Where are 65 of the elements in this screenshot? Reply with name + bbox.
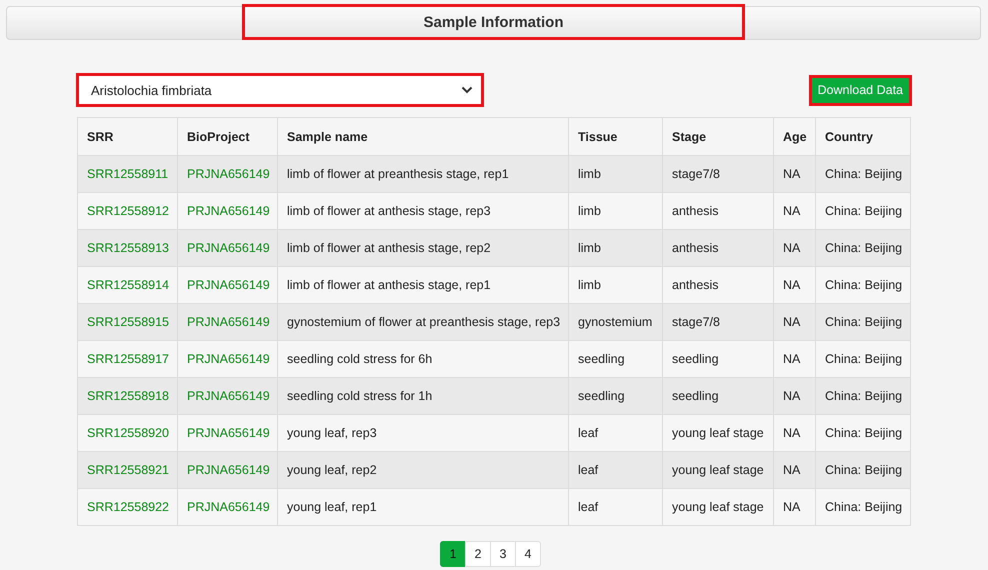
page-button[interactable]: 2 [465,541,491,567]
table-cell: NA [774,378,816,414]
column-header: Sample name [278,118,568,156]
species-select[interactable]: Aristolochia fimbriata [76,73,484,107]
table-cell: limb of flower at anthesis stage, rep2 [278,230,568,266]
column-header: BioProject [178,118,278,156]
table-cell: NA [774,304,816,340]
chevron-down-icon [461,86,473,94]
table-cell: China: Beijing [816,230,910,266]
table-cell: gynostemium of flower at preanthesis stage, rep3 [278,304,568,340]
table-cell: NA [774,156,816,192]
table-cell: seedling [568,378,662,414]
column-header: Country [816,118,910,156]
table-cell: leaf [568,488,662,526]
table-cell: seedling [662,340,774,378]
table-cell: limb [568,230,662,266]
table-cell: China: Beijing [816,156,910,192]
page-button[interactable]: 4 [515,541,541,567]
page-title: Sample Information [242,4,745,40]
table-cell: seedling cold stress for 1h [278,378,568,414]
table-cell: NA [774,266,816,304]
table-cell: NA [774,192,816,230]
table-cell: limb [568,266,662,304]
table-cell: seedling [568,340,662,378]
page-button[interactable]: 3 [490,541,516,567]
table-cell: young leaf stage [662,452,774,488]
table-cell: young leaf, rep3 [278,414,568,452]
table-cell: limb of flower at anthesis stage, rep1 [278,266,568,304]
table-cell: stage7/8 [662,156,774,192]
table-cell: China: Beijing [816,266,910,304]
table-cell: NA [774,230,816,266]
table-cell: limb [568,156,662,192]
table-cell: young leaf stage [662,488,774,526]
table-cell: stage7/8 [662,304,774,340]
table-cell: China: Beijing [816,452,910,488]
table-cell: NA [774,340,816,378]
table-cell: leaf [568,452,662,488]
table-cell: China: Beijing [816,488,910,526]
table-cell: limb of flower at anthesis stage, rep3 [278,192,568,230]
table-cell: limb [568,192,662,230]
column-header: Stage [662,118,774,156]
table-cell: young leaf, rep2 [278,452,568,488]
table-cell: NA [774,414,816,452]
table-cell: seedling [662,378,774,414]
column-header: Age [774,118,816,156]
table-cell: anthesis [662,230,774,266]
table-cell: China: Beijing [816,414,910,452]
page-button[interactable]: 1 [440,541,466,567]
table-cell: China: Beijing [816,192,910,230]
table-cell: young leaf, rep1 [278,488,568,526]
table-cell: China: Beijing [816,304,910,340]
table-cell: limb of flower at preanthesis stage, rep1 [278,156,568,192]
column-header: Tissue [568,118,662,156]
table-cell: NA [774,452,816,488]
download-button[interactable]: Download Data [808,74,912,106]
table-cell: gynostemium [568,304,662,340]
table-cell: seedling cold stress for 6h [278,340,568,378]
table-cell: China: Beijing [816,340,910,378]
table-cell: China: Beijing [816,378,910,414]
table-cell: anthesis [662,192,774,230]
column-header: SRR [78,118,178,156]
table-cell: NA [774,488,816,526]
table-cell: young leaf stage [662,414,774,452]
table-cell: leaf [568,414,662,452]
table-cell: anthesis [662,266,774,304]
